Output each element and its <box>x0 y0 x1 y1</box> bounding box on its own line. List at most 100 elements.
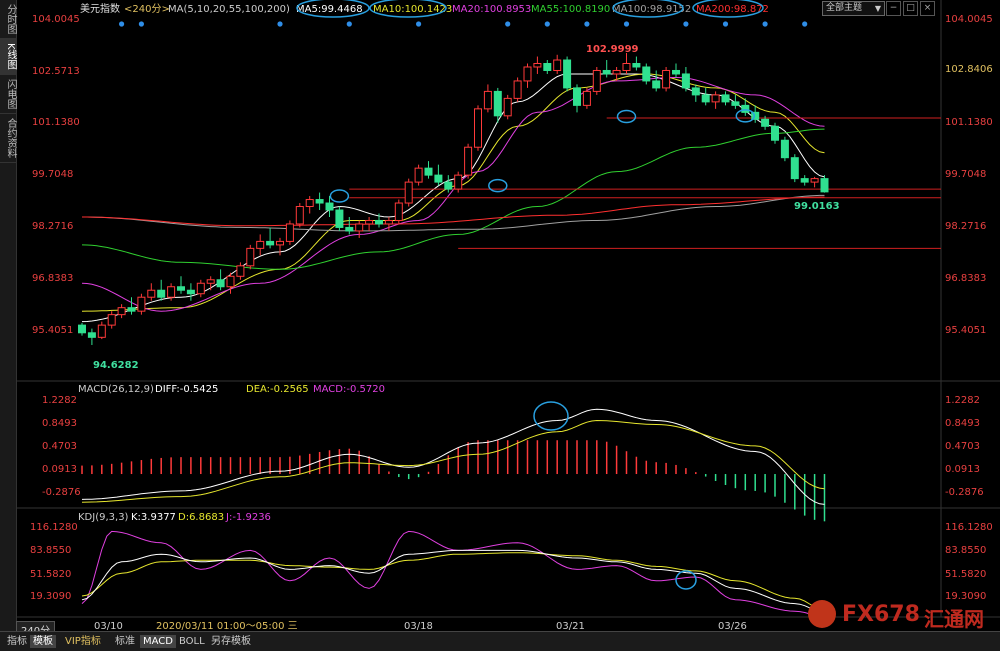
candle-body <box>820 178 829 193</box>
candle-body <box>196 282 205 295</box>
candle-body <box>553 59 562 71</box>
candle-body <box>691 87 700 96</box>
ma55-value: MA55:100.8190 <box>531 4 610 15</box>
sidebar: 分时图 K线图 闪电图 合约资料 <box>0 0 17 650</box>
candle-body <box>701 94 710 103</box>
tick-label: 101.1380 <box>945 117 993 128</box>
chevron-down-icon: ▼ <box>874 4 881 13</box>
tab-macd[interactable]: MACD <box>140 635 176 648</box>
candle-body <box>384 219 393 225</box>
minimize-icon[interactable]: − <box>886 1 901 16</box>
signal-dot-marker <box>277 21 283 27</box>
signal-dot-marker <box>346 21 352 27</box>
price-axis-left: 104.0045 102.5713 101.1380 99.7048 98.27… <box>32 14 80 336</box>
tab-templates[interactable]: 模板 <box>30 635 56 648</box>
tick-label: 83.8550 <box>945 545 986 556</box>
candle-body <box>612 69 621 75</box>
kdj-d: D:6.8683 <box>178 512 224 523</box>
candle-body <box>206 279 215 284</box>
theme-select-label: 全部主题 <box>826 3 863 13</box>
signal-dot-marker <box>623 21 630 27</box>
time-label: 03/21 <box>556 621 585 631</box>
restore-icon[interactable]: □ <box>903 1 918 16</box>
candle-body <box>454 174 463 190</box>
candle-body <box>236 265 245 277</box>
tick-label: 0.8493 <box>42 418 77 429</box>
signal-dot-marker <box>138 21 144 27</box>
tick-label: 19.3090 <box>945 591 986 602</box>
candle-body <box>543 63 552 71</box>
candle-body <box>177 286 185 291</box>
candle-body <box>107 314 116 326</box>
candle-body <box>434 174 443 183</box>
signal-dot-marker <box>416 21 422 27</box>
tick-label: 1.2282 <box>945 395 980 406</box>
signal-dot-marker <box>762 21 768 27</box>
watermark-sub: 汇通网 <box>924 607 984 631</box>
tab-boll[interactable]: BOLL <box>176 635 208 648</box>
signal-dot-marker <box>505 21 511 27</box>
kline-chart[interactable]: 美元指数 <240分> MA(5,10,20,55,100,200) MA5:9… <box>16 0 1000 631</box>
tab-indicators[interactable]: 指标 <box>4 635 30 648</box>
annotation-circle-kdj <box>675 570 697 590</box>
signal-dot-marker <box>683 21 689 27</box>
sidebar-tab-contract-info[interactable]: 合约资料 <box>0 114 16 163</box>
ma-line-ma20 <box>81 77 825 312</box>
tick-label: 0.0913 <box>42 464 77 475</box>
time-label: 03/18 <box>404 621 433 631</box>
sidebar-tab-timeshare[interactable]: 分时图 <box>0 0 16 39</box>
signal-dot-marker <box>584 21 590 27</box>
tick-label: 98.2716 <box>32 221 73 232</box>
ma-params: MA(5,10,20,55,100,200) <box>168 4 290 15</box>
candle-body <box>137 296 146 312</box>
tab-standard[interactable]: 标准 <box>112 635 138 648</box>
candle-body <box>592 69 601 92</box>
price-axis-right: 104.0045 102.8406 101.1380 99.7048 98.27… <box>945 14 993 336</box>
annotation-circle <box>488 178 508 193</box>
candle-body <box>513 80 522 99</box>
last-price-label: 99.0163 <box>794 201 840 212</box>
candle-body <box>256 240 265 249</box>
candle-body <box>761 118 770 127</box>
candle-body <box>493 90 502 117</box>
close-icon[interactable]: × <box>920 1 935 16</box>
tick-label: 116.1280 <box>30 522 78 533</box>
candle-body <box>97 324 106 338</box>
candle-body <box>147 289 156 298</box>
signal-dot-marker <box>544 21 550 27</box>
annotation-circle <box>616 109 637 124</box>
candle-body <box>672 69 680 75</box>
tick-label: 0.8493 <box>945 418 980 429</box>
candle-body <box>533 63 542 68</box>
sidebar-tab-kline[interactable]: K线图 <box>0 39 16 75</box>
tick-label: 96.8383 <box>945 273 986 284</box>
candle-body <box>800 178 809 183</box>
candle-body <box>582 90 591 106</box>
candle-body <box>276 240 284 246</box>
tick-label: 102.8406 <box>945 64 993 75</box>
candle-body <box>771 125 779 141</box>
tick-label: 99.7048 <box>32 169 73 180</box>
bottom-toolbar: 指标 模板 VIP指标 标准 MACD BOLL 另存模板 <box>0 631 1000 651</box>
macd-value: MACD:-0.5720 <box>313 384 385 395</box>
ma100-value: MA100:98.9152 <box>612 4 691 15</box>
tick-label: 116.1280 <box>945 522 993 533</box>
macd-dea: DEA:-0.2565 <box>246 384 309 395</box>
low-price-label: 94.6282 <box>93 360 139 371</box>
candle-body <box>167 286 176 298</box>
candle-body <box>246 247 255 267</box>
macd-diff-line <box>81 408 825 505</box>
candle-body <box>503 97 512 117</box>
tab-vip-indicators[interactable]: VIP指标 <box>62 635 104 648</box>
theme-select[interactable]: 全部主题 ▼ <box>822 1 885 16</box>
candle-body <box>721 94 730 103</box>
tick-label: 95.4051 <box>32 325 73 336</box>
tab-save-template[interactable]: 另存模板 <box>208 635 254 648</box>
macd-axis: 1.2282 0.8493 0.4703 0.0913 -0.2876 1.22… <box>42 395 984 498</box>
ma-line-ma100 <box>82 194 825 232</box>
time-label: 03/10 <box>94 621 123 631</box>
tick-label: 0.0913 <box>945 464 980 475</box>
sidebar-tab-flash[interactable]: 闪电图 <box>0 75 16 114</box>
candle-body <box>404 181 413 204</box>
candle-body <box>295 206 304 225</box>
